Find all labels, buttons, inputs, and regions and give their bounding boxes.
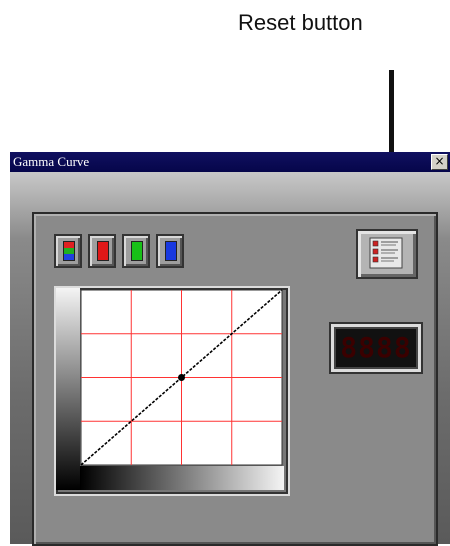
green-channel-icon — [131, 241, 143, 261]
channel-button-rgb[interactable] — [54, 234, 82, 268]
annotation-label: Reset button — [238, 10, 363, 35]
control-panel: 8888 — [32, 212, 438, 546]
close-button[interactable]: × — [431, 154, 448, 170]
reset-icon — [369, 237, 403, 269]
curve-control-point[interactable] — [178, 374, 185, 381]
channel-button-blue[interactable] — [156, 234, 184, 268]
title-bar[interactable]: Gamma Curve × — [10, 152, 450, 172]
output-gradient-bar — [56, 288, 80, 490]
gamma-graph-canvas[interactable] — [56, 288, 284, 490]
value-display-digits: 8888 — [340, 331, 412, 364]
value-display: 8888 — [331, 324, 421, 372]
window-frame: 8888 — [10, 172, 450, 546]
input-gradient-bar — [80, 466, 284, 490]
rgb-channel-icon — [63, 241, 75, 261]
channel-button-red[interactable] — [88, 234, 116, 268]
gamma-graph[interactable] — [54, 286, 290, 496]
gamma-curve-window: Gamma Curve × 8888 — [10, 152, 450, 546]
reset-button[interactable] — [356, 229, 418, 279]
window-title: Gamma Curve — [13, 154, 90, 169]
blue-channel-icon — [165, 241, 177, 261]
red-channel-icon — [97, 241, 109, 261]
channel-button-green[interactable] — [122, 234, 150, 268]
